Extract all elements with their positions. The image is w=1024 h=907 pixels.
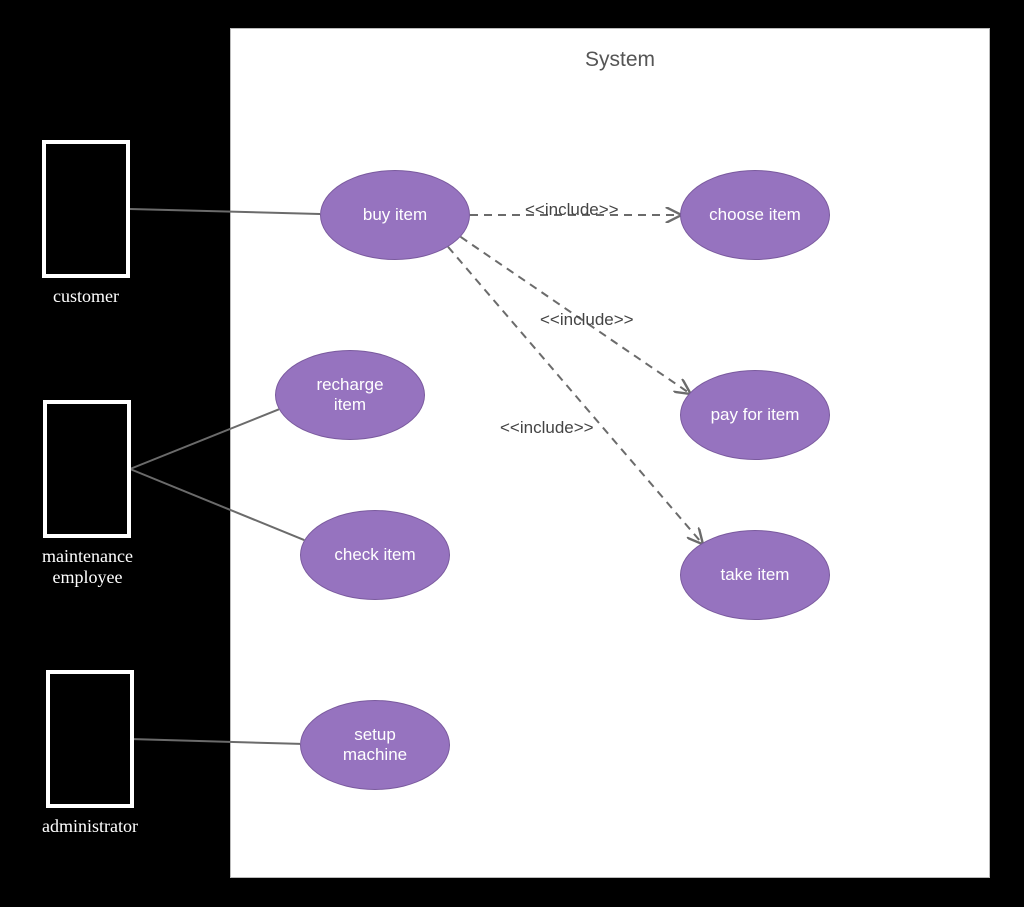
actor-label: maintenance employee bbox=[42, 546, 133, 587]
usecase-setup-machine: setup machine bbox=[300, 700, 450, 790]
usecase-take-item: take item bbox=[680, 530, 830, 620]
actor-administrator: administrator bbox=[42, 670, 138, 837]
actor-customer: customer bbox=[42, 140, 130, 307]
include-label: <<include>> bbox=[500, 418, 594, 438]
diagram-canvas: System customer maintenance employee admin… bbox=[0, 0, 1024, 907]
usecase-label: recharge item bbox=[316, 375, 383, 414]
system-title: System bbox=[520, 48, 720, 72]
usecase-recharge-item: recharge item bbox=[275, 350, 425, 440]
usecase-label: buy item bbox=[363, 205, 427, 225]
actor-label: administrator bbox=[42, 816, 138, 837]
actor-icon bbox=[43, 400, 131, 538]
usecase-label: setup machine bbox=[343, 725, 407, 764]
usecase-label: choose item bbox=[709, 205, 801, 225]
usecase-choose-item: choose item bbox=[680, 170, 830, 260]
usecase-label: take item bbox=[721, 565, 790, 585]
actor-icon bbox=[42, 140, 130, 278]
actor-maintenance: maintenance employee bbox=[42, 400, 133, 587]
usecase-buy-item: buy item bbox=[320, 170, 470, 260]
usecase-label: pay for item bbox=[711, 405, 800, 425]
actor-icon bbox=[46, 670, 134, 808]
include-label: <<include>> bbox=[525, 200, 619, 220]
usecase-check-item: check item bbox=[300, 510, 450, 600]
include-label: <<include>> bbox=[540, 310, 634, 330]
usecase-pay-for-item: pay for item bbox=[680, 370, 830, 460]
actor-label: customer bbox=[42, 286, 130, 307]
usecase-label: check item bbox=[334, 545, 415, 565]
